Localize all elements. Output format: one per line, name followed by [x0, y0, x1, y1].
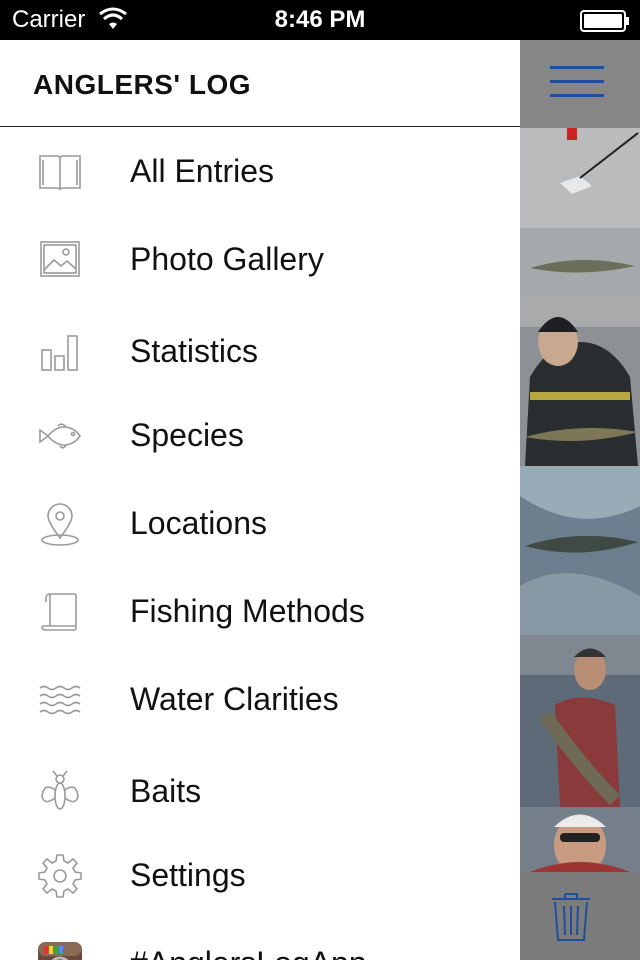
menu-label-fishing-methods: Fishing Methods: [130, 593, 365, 629]
trash-icon[interactable]: [550, 890, 592, 942]
menu-label-water-clarities: Water Clarities: [130, 681, 339, 717]
menu-item-statistics[interactable]: Statistics: [0, 308, 520, 396]
menu-label-species: Species: [130, 417, 244, 453]
scroll-icon: [36, 588, 84, 636]
menu-item-photo-gallery[interactable]: Photo Gallery: [0, 216, 520, 304]
entry-photo[interactable]: [520, 128, 640, 297]
waves-icon: [36, 676, 84, 724]
fish-icon: [36, 412, 84, 460]
menu-label-locations: Locations: [130, 505, 267, 541]
entry-photo[interactable]: [520, 297, 640, 466]
menu-item-species[interactable]: Species: [0, 392, 520, 480]
battery-icon: [580, 10, 630, 32]
hamburger-icon[interactable]: [550, 62, 604, 102]
map-pin-icon: [36, 500, 84, 548]
main-navbar: [520, 40, 640, 128]
app-title: ANGLERS' LOG: [33, 69, 251, 100]
menu-item-locations[interactable]: Locations: [0, 480, 520, 568]
image-icon: [36, 236, 84, 284]
menu-label-instagram: #AnglersLogApp: [130, 945, 367, 960]
drawer-header: ANGLERS' LOG: [0, 40, 520, 127]
entry-photo[interactable]: [520, 635, 640, 807]
entry-photo[interactable]: [520, 807, 640, 872]
menu-item-water-clarities[interactable]: Water Clarities: [0, 656, 520, 744]
menu-item-fishing-methods[interactable]: Fishing Methods: [0, 568, 520, 656]
menu-item-instagram[interactable]: #AnglersLogApp: [0, 920, 520, 960]
gear-icon: [36, 852, 84, 900]
menu-label-settings: Settings: [130, 857, 246, 893]
bar-chart-icon: [36, 328, 84, 376]
instagram-icon: [36, 940, 84, 960]
fly-icon: [36, 768, 84, 816]
menu-label-photo-gallery: Photo Gallery: [130, 241, 324, 277]
main-content[interactable]: [520, 40, 640, 960]
status-bar: Carrier 8:46 PM: [0, 0, 640, 40]
menu-item-all-entries[interactable]: All Entries: [0, 128, 520, 216]
entry-photo[interactable]: [520, 466, 640, 635]
menu-item-settings[interactable]: Settings: [0, 832, 520, 920]
book-icon: [36, 148, 84, 196]
clock-label: 8:46 PM: [274, 6, 366, 33]
bottom-toolbar: [520, 872, 640, 960]
navigation-drawer: ANGLERS' LOG All Entries Photo Gallery S…: [0, 40, 520, 960]
menu-label-statistics: Statistics: [130, 333, 259, 369]
menu-item-baits[interactable]: Baits: [0, 748, 520, 836]
menu-label-baits: Baits: [130, 773, 202, 809]
menu-label-all-entries: All Entries: [130, 153, 275, 189]
